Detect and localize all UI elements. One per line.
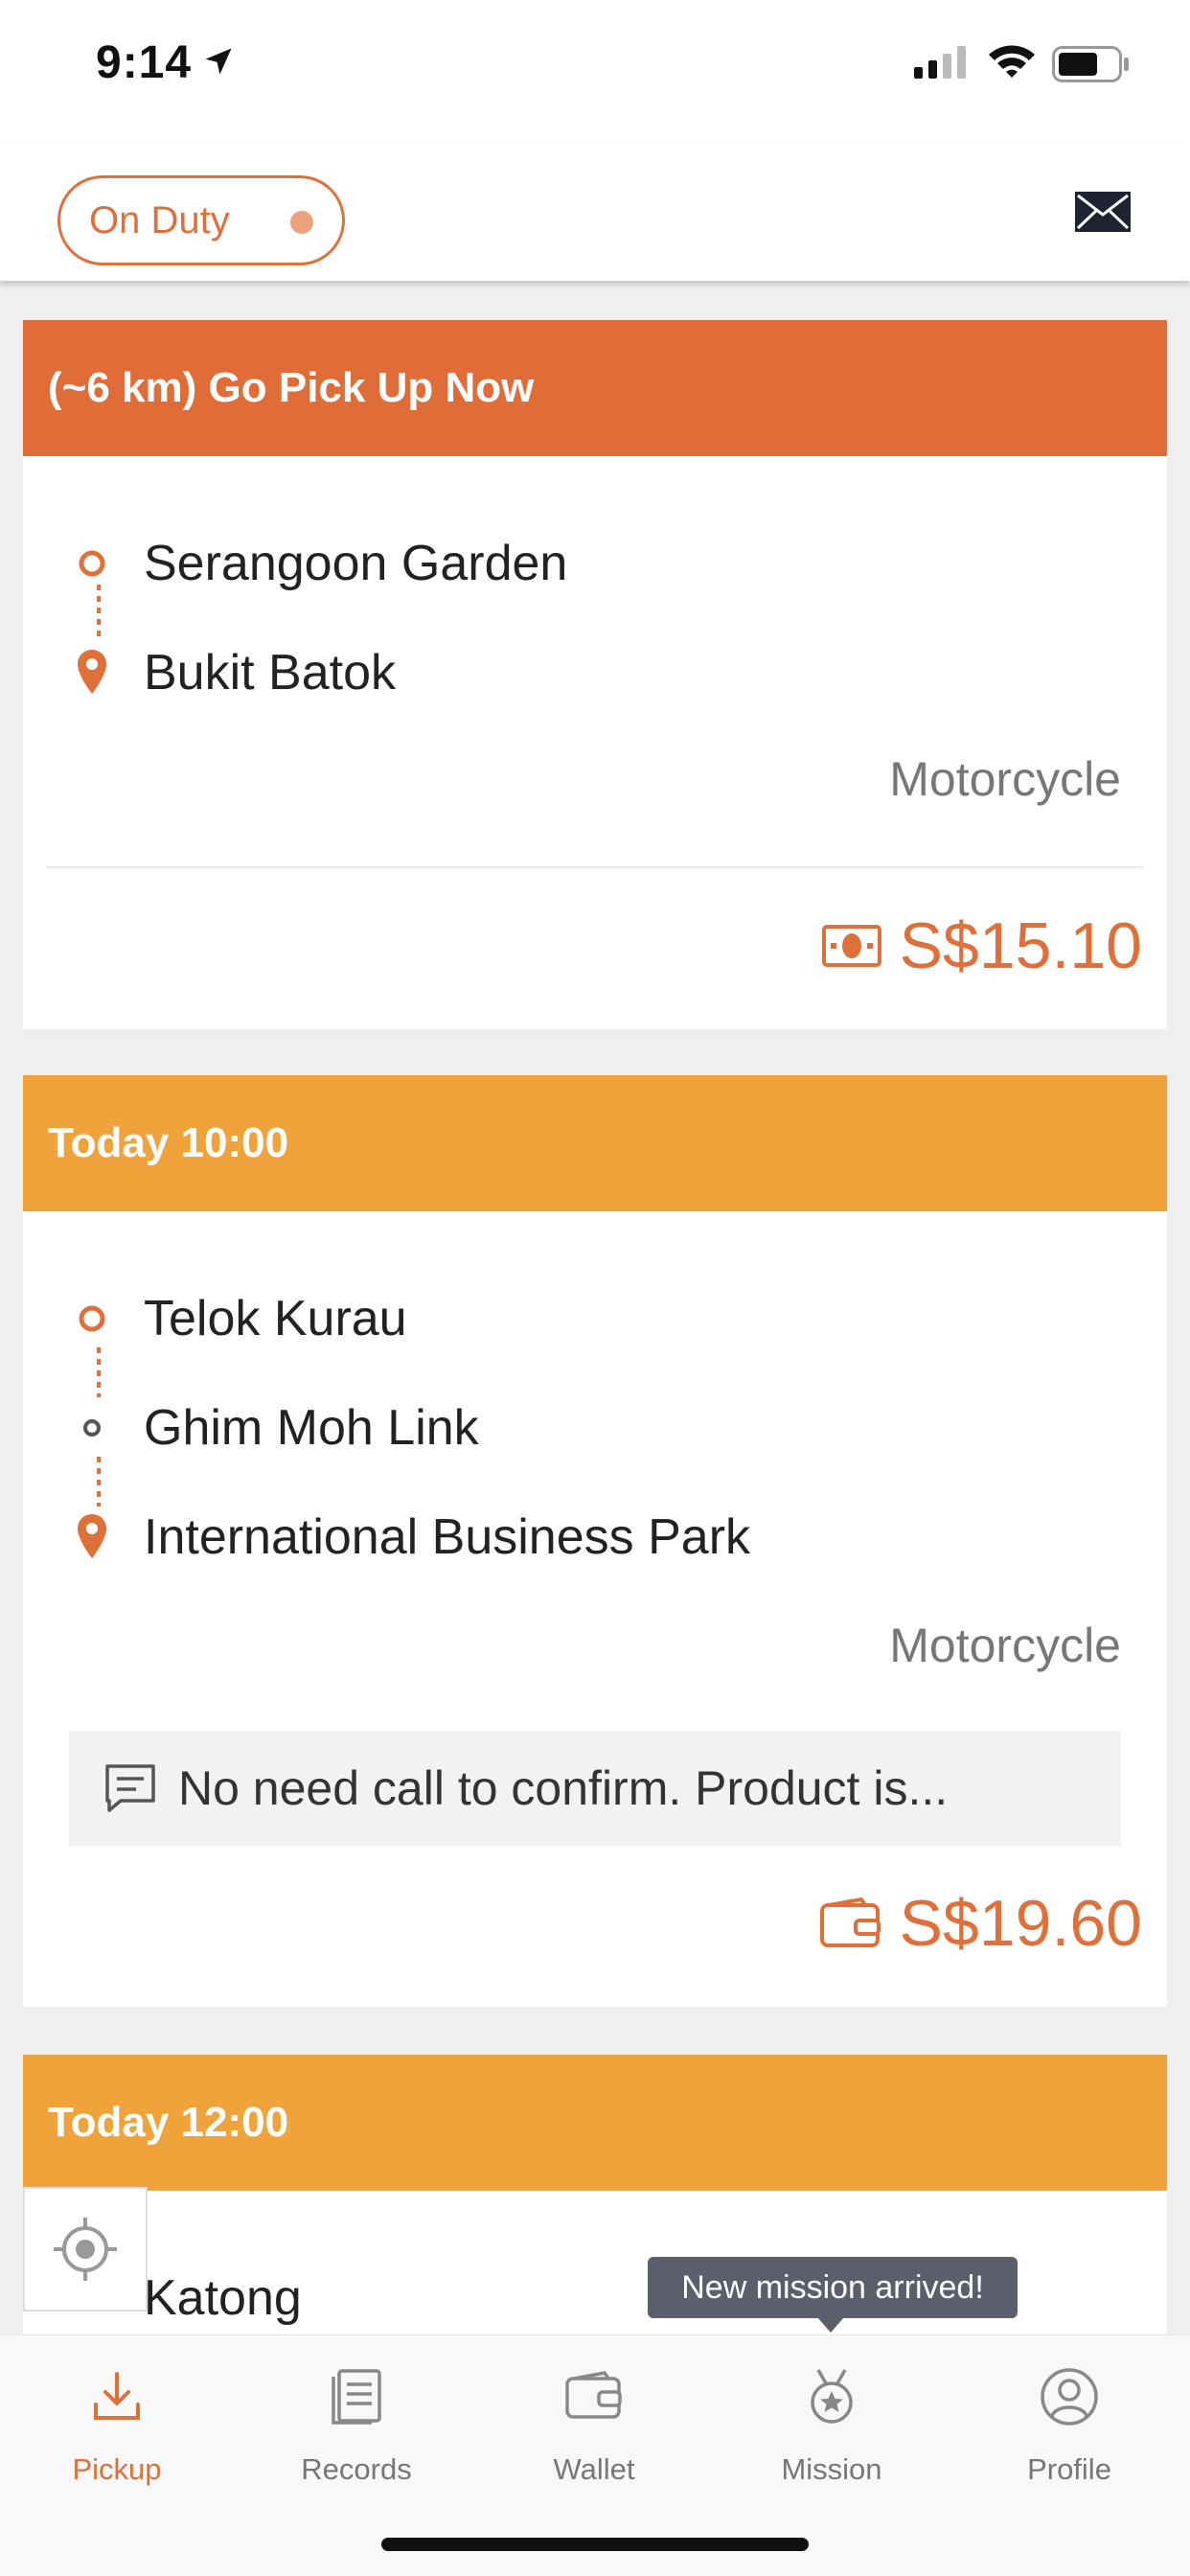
cash-icon — [821, 925, 881, 967]
price-value: S$19.60 — [899, 1887, 1142, 1960]
tab-label: Pickup — [72, 2452, 162, 2486]
tab-mission[interactable]: Mission — [736, 2358, 927, 2487]
tab-label: Wallet — [553, 2452, 635, 2486]
vehicle-type: Motorcycle — [889, 1619, 1121, 1672]
profile-icon — [1041, 2368, 1098, 2426]
order-price: S$19.60 — [819, 1886, 1142, 1961]
comment-icon — [105, 1764, 155, 1812]
signal-icon — [914, 46, 966, 79]
divider — [46, 866, 1144, 868]
order-card[interactable]: (~6 km) Go Pick Up Now Serangoon Garden … — [23, 320, 1167, 1029]
tooltip-pointer — [817, 2317, 844, 2333]
duty-status-dot — [290, 211, 313, 234]
route-connector — [97, 585, 101, 642]
battery-icon — [1052, 46, 1129, 82]
tab-profile[interactable]: Profile — [973, 2358, 1165, 2487]
duty-label: On Duty — [89, 198, 230, 242]
vehicle-type: Motorcycle — [889, 752, 1121, 806]
order-card[interactable]: Today 10:00 Telok Kurau Ghim Moh Link In… — [23, 1075, 1167, 2007]
location-pin-icon — [78, 1514, 106, 1558]
on-duty-toggle[interactable]: On Duty — [57, 175, 345, 265]
route-connector — [97, 1457, 101, 1506]
order-note: No need call to confirm. Product is... — [69, 1731, 1121, 1846]
stop-label: Serangoon Garden — [144, 536, 568, 591]
mission-tooltip[interactable]: New mission arrived! — [648, 2257, 1018, 2318]
order-header-text: (~6 km) Go Pick Up Now — [48, 364, 535, 411]
stop-label: Ghim Moh Link — [144, 1400, 479, 1456]
mail-icon[interactable] — [1075, 192, 1131, 232]
home-indicator — [381, 2538, 809, 2551]
stop-label: International Business Park — [144, 1509, 751, 1565]
price-value: S$15.10 — [899, 909, 1142, 982]
stop-label: Bukit Batok — [144, 645, 397, 701]
wifi-icon — [989, 45, 1035, 78]
note-text: No need call to confirm. Product is... — [178, 1761, 949, 1815]
stop-label: Katong — [144, 2270, 302, 2326]
wallet-icon — [819, 1898, 881, 1947]
waypoint-circle-icon — [83, 1419, 101, 1437]
crosshair-icon — [54, 2218, 117, 2281]
order-header: Today 12:00 — [23, 2055, 1167, 2191]
top-header: On Duty — [0, 144, 1190, 281]
stop-label: Telok Kurau — [144, 1291, 407, 1346]
location-arrow-icon — [205, 48, 232, 75]
download-icon — [94, 2372, 140, 2420]
wallet-icon — [565, 2371, 622, 2419]
status-time: 9:14 — [96, 37, 193, 88]
tab-label: Mission — [781, 2452, 882, 2486]
order-header-text: Today 12:00 — [48, 2099, 289, 2146]
order-header-text: Today 10:00 — [48, 1119, 289, 1166]
medal-icon — [811, 2369, 853, 2424]
records-icon — [332, 2369, 381, 2425]
status-bar: 9:14 — [0, 0, 1190, 144]
tab-label: Records — [301, 2452, 412, 2486]
order-price: S$15.10 — [821, 908, 1142, 983]
order-header: (~6 km) Go Pick Up Now — [23, 320, 1167, 456]
tab-pickup[interactable]: Pickup — [21, 2358, 213, 2487]
order-header: Today 10:00 — [23, 1075, 1167, 1211]
tab-wallet[interactable]: Wallet — [498, 2358, 690, 2487]
tab-records[interactable]: Records — [261, 2358, 452, 2487]
pickup-circle-icon — [79, 1305, 105, 1332]
pickup-circle-icon — [79, 550, 105, 577]
route-connector — [97, 1347, 101, 1397]
location-pin-icon — [78, 650, 106, 694]
tab-label: Profile — [1027, 2452, 1111, 2486]
locate-button[interactable] — [23, 2187, 148, 2312]
